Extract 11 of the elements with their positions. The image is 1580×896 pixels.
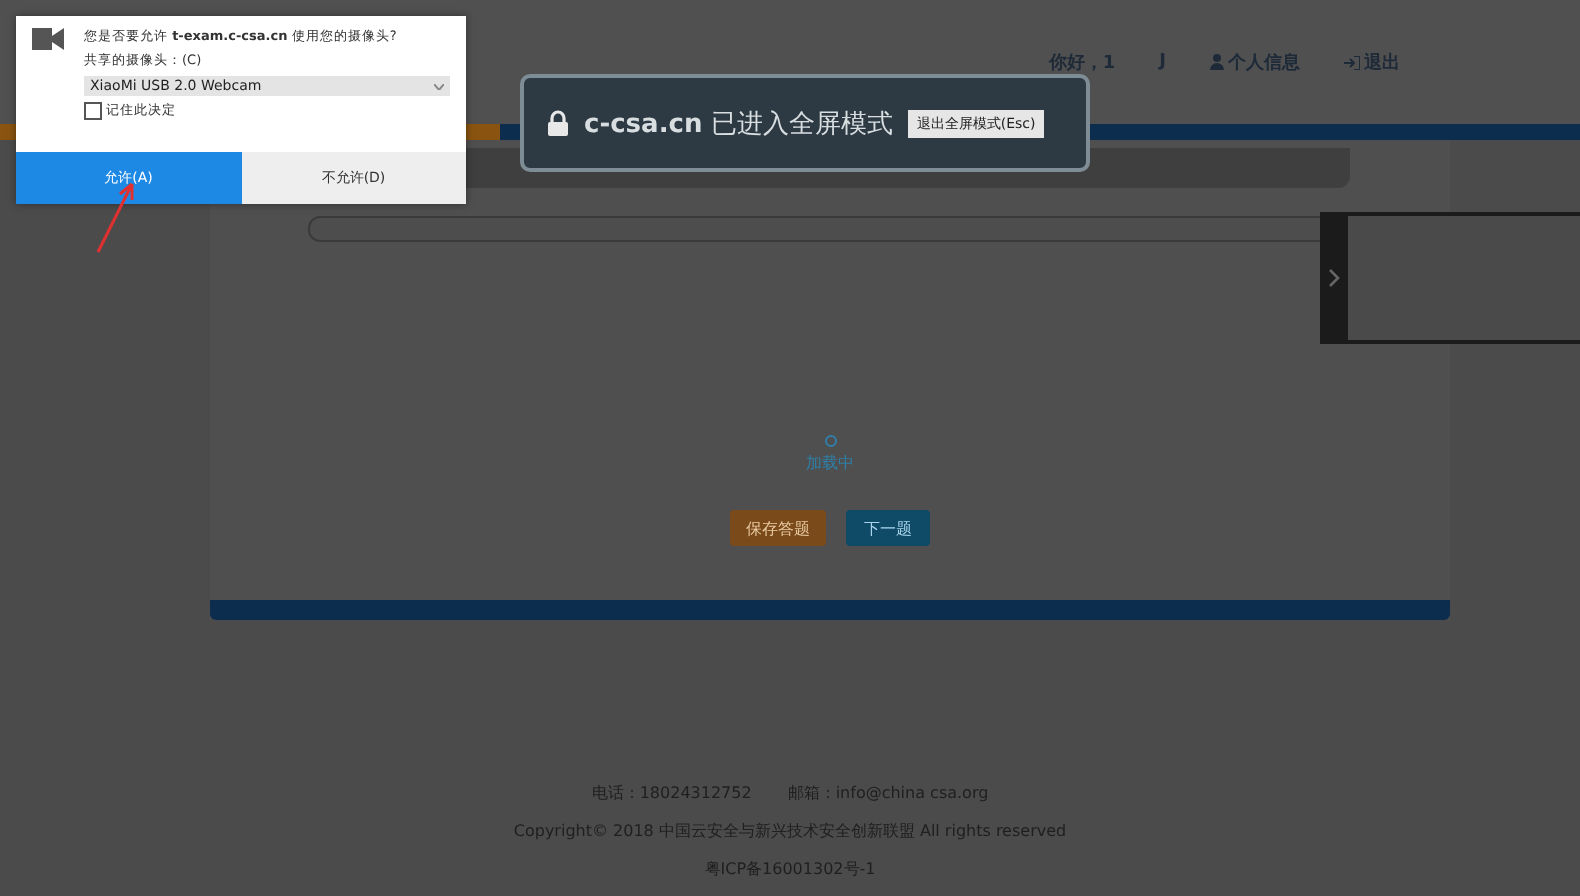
- loading-text: 加载中: [806, 452, 854, 474]
- camera-icon: [32, 28, 64, 50]
- exit-icon: [1344, 55, 1360, 69]
- save-button[interactable]: 保存答题: [730, 510, 826, 546]
- dropdown-caret-icon: [434, 83, 444, 89]
- next-button[interactable]: 下一题: [846, 510, 930, 546]
- chevron-right-icon[interactable]: [1328, 268, 1340, 288]
- lock-icon: [548, 110, 568, 136]
- person-icon: [1210, 54, 1224, 70]
- spinner-icon: [823, 434, 837, 448]
- fullscreen-message: c-csa.cn 已进入全屏模式: [584, 107, 893, 141]
